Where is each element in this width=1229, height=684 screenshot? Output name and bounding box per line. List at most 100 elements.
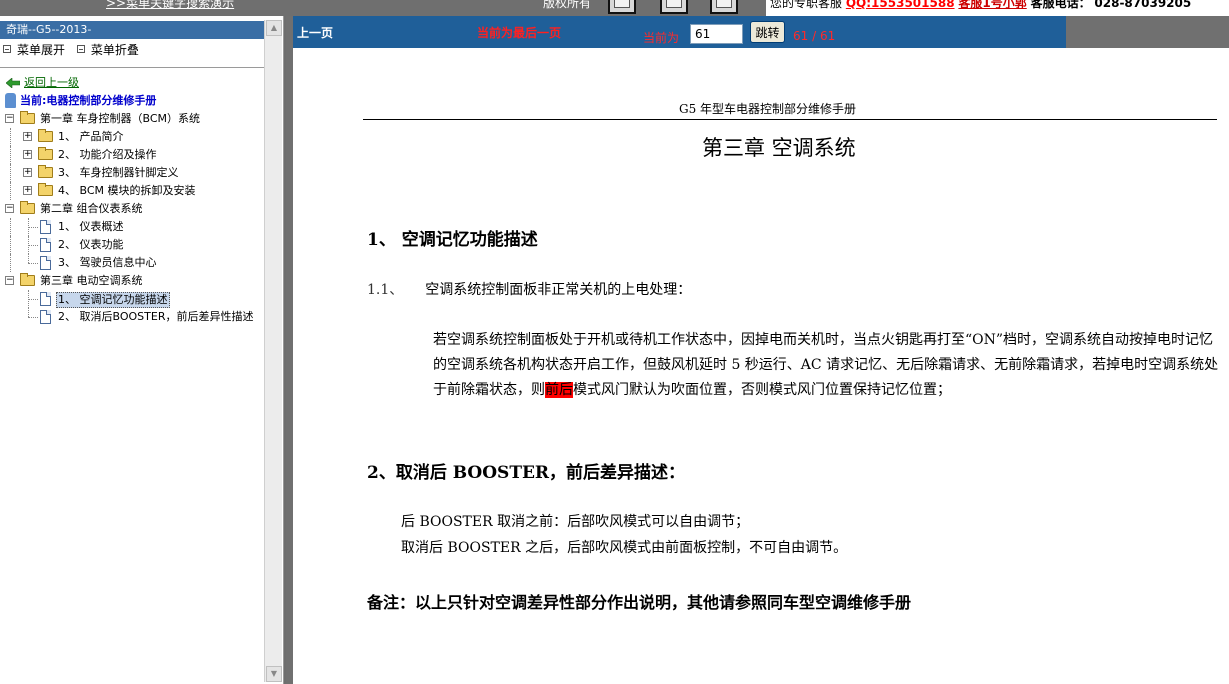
phone-label: 客服电话： [1030, 0, 1091, 10]
nav-icon [716, 0, 732, 8]
tree-line [28, 308, 29, 317]
tree-line [10, 128, 11, 146]
menu-collapse-label: 菜单折叠 [90, 43, 139, 57]
tree-item[interactable]: + 2、 功能介绍及操作 [4, 146, 266, 164]
service-info: 您的专职客服 QQ:1553501588 客服1号小郭 客服电话： 028-87… [770, 0, 1191, 11]
tree-label: 第二章 组合仪表系统 [40, 202, 143, 215]
tree-line [28, 317, 38, 318]
expand-toggle-icon[interactable]: + [23, 132, 32, 141]
tree-line [28, 245, 38, 246]
tree-item[interactable]: + 1、 产品简介 [4, 128, 266, 146]
phone-number: 028-87039205 [1094, 0, 1192, 10]
scroll-up-icon[interactable]: ▲ [266, 20, 282, 36]
tree-item-selected[interactable]: 1、 空调记忆功能描述 [4, 290, 266, 308]
tree-line [10, 182, 11, 200]
tree-line [10, 218, 11, 236]
page-toolbar: 上一页 当前为最后一页 当前为 跳转 61 / 61 [293, 16, 1066, 48]
tree-chapter-2[interactable]: − 第二章 组合仪表系统 [4, 200, 266, 218]
nav-tree: 返回上一级 当前:电器控制部分维修手册 − 第一章 车身控制器（BCM）系统 +… [4, 74, 266, 326]
chapter-title: 第三章 空调系统 [702, 136, 856, 160]
subsection-heading: 1.1、 空调系统控制面板非正常关机的上电处理： [367, 279, 691, 299]
tree-chapter-3[interactable]: − 第三章 电动空调系统 [4, 272, 266, 290]
document-icon [40, 220, 51, 234]
tree-line [10, 146, 11, 164]
toolbar-extension [1066, 16, 1229, 48]
section-1-paragraph: 若空调系统控制面板处于开机或待机工作状态中，因掉电而关机时，当点火钥匙再打至“O… [433, 328, 1219, 403]
remark: 备注：以上只针对空调差异性部分作出说明，其他请参照同车型空调维修手册 [367, 593, 912, 612]
last-page-message: 当前为最后一页 [477, 26, 562, 40]
subsection-number: 1.1、 [367, 282, 404, 298]
doc-header: G5 年型车电器控制部分维修手册 [679, 102, 857, 116]
page-number-input[interactable] [690, 24, 743, 44]
collapse-toggle-icon[interactable]: − [5, 204, 14, 213]
qq-prefix: 您的专职客服 [770, 0, 843, 10]
folder-icon [38, 165, 53, 178]
left-scrollbar[interactable]: ▲ ▼ [264, 20, 282, 682]
tree-label: 1、 仪表概述 [58, 220, 124, 233]
collapse-icon [76, 45, 85, 53]
copyright-text: 版权所有 [543, 0, 592, 10]
page-count: 61 / 61 [793, 29, 836, 43]
folder-icon [38, 147, 53, 160]
manual-icon [5, 93, 16, 108]
tree-label: 3、 驾驶员信息中心 [58, 256, 157, 269]
expand-toggle-icon[interactable]: + [23, 150, 32, 159]
search-demo-link[interactable]: >>菜单关键字搜索演示 [106, 0, 234, 11]
qq-link[interactable]: QQ:1553501588 [846, 0, 955, 10]
document-icon [40, 310, 51, 324]
folder-icon [38, 183, 53, 196]
current-section: 当前:电器控制部分维修手册 [4, 92, 266, 110]
tree-line [28, 227, 38, 228]
menu-expand-button[interactable]: 菜单展开 [3, 43, 65, 57]
tree-label: 2、 仪表功能 [58, 238, 124, 251]
tree-label: 1、 产品简介 [58, 130, 124, 143]
section-2-title: 2、取消后 BOOSTER，前后差异描述： [367, 463, 686, 483]
service-name-link[interactable]: 客服1号小郭 [958, 0, 1026, 10]
prev-page-link[interactable]: 上一页 [297, 24, 333, 41]
tree-item[interactable]: 2、 取消后BOOSTER，前后差异性描述 [4, 308, 266, 326]
tree-item[interactable]: + 3、 车身控制器针脚定义 [4, 164, 266, 182]
document-icon [40, 256, 51, 270]
tree-chapter-1[interactable]: − 第一章 车身控制器（BCM）系统 [4, 110, 266, 128]
folder-icon [38, 129, 53, 142]
current-label: 当前:电器控制部分维修手册 [20, 94, 157, 107]
back-link[interactable]: 返回上一级 [4, 74, 266, 92]
scroll-down-icon[interactable]: ▼ [266, 666, 282, 682]
tree-item[interactable]: + 4、 BCM 模块的拆卸及安装 [4, 182, 266, 200]
tree-item[interactable]: 2、 仪表功能 [4, 236, 266, 254]
header-rule [363, 119, 1217, 120]
top-strip: >>菜单关键字搜索演示 版权所有 您的专职客服 QQ:1553501588 客服… [0, 0, 1229, 16]
search-highlight: 前后 [545, 382, 573, 398]
tree-label: 3、 车身控制器针脚定义 [58, 166, 179, 179]
nav-icon [666, 0, 682, 8]
tree-label: 2、 功能介绍及操作 [58, 148, 157, 161]
expand-toggle-icon[interactable]: + [23, 186, 32, 195]
current-page-label: 当前为 [643, 31, 680, 45]
tree-line [28, 263, 38, 264]
tree-line [28, 299, 38, 300]
nav-icon [614, 0, 630, 8]
collapse-toggle-icon[interactable]: − [5, 114, 14, 123]
back-arrow-icon [6, 78, 20, 88]
jump-button[interactable]: 跳转 [750, 21, 785, 43]
divider [0, 67, 264, 68]
left-nav-panel: 奇瑞--G5--2013- 菜单展开 菜单折叠 返回上一级 当前:电器控制部分维… [0, 16, 284, 684]
nav-button-3[interactable] [710, 0, 738, 14]
document-icon [40, 238, 51, 252]
section-2-line-1: 后 BOOSTER 取消之前：后部吹风模式可以自由调节； [401, 514, 750, 530]
document-page: G5 年型车电器控制部分维修手册 第三章 空调系统 1、 空调记忆功能描述 1.… [293, 48, 1229, 684]
collapse-toggle-icon[interactable]: − [5, 276, 14, 285]
tree-item[interactable]: 1、 仪表概述 [4, 218, 266, 236]
expand-toggle-icon[interactable]: + [23, 168, 32, 177]
manual-title: 奇瑞--G5--2013- [0, 21, 264, 39]
nav-button-2[interactable] [660, 0, 688, 14]
folder-open-icon [20, 111, 35, 124]
section-1-title: 1、 空调记忆功能描述 [367, 230, 538, 250]
tree-item[interactable]: 3、 驾驶员信息中心 [4, 254, 266, 272]
tree-label: 1、 空调记忆功能描述 [56, 292, 170, 308]
menu-collapse-button[interactable]: 菜单折叠 [76, 43, 139, 57]
tree-label: 第一章 车身控制器（BCM）系统 [40, 112, 201, 125]
nav-button-1[interactable] [608, 0, 636, 14]
tree-label: 4、 BCM 模块的拆卸及安装 [58, 184, 196, 197]
back-label: 返回上一级 [24, 76, 79, 89]
